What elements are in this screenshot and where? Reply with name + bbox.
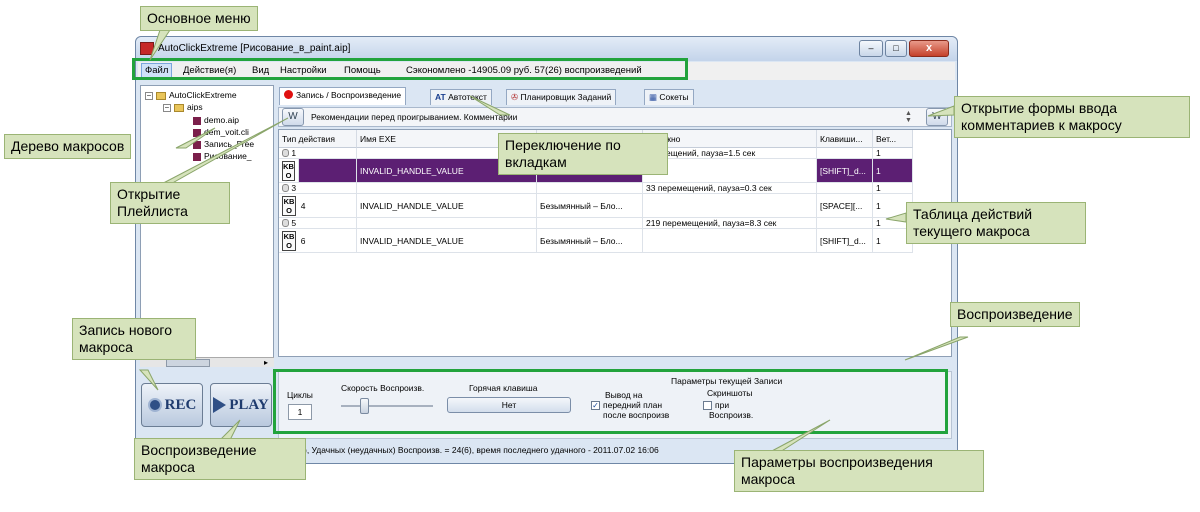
- callout-comment-form: Открытие формы ввода комментариев к макр…: [954, 96, 1190, 138]
- callout-open-playlist: Открытие Плейлиста: [110, 182, 230, 224]
- callout-record-new: Запись нового макроса: [72, 318, 196, 360]
- callout-tab-switch: Переключение по вкладкам: [498, 133, 668, 175]
- callout-play-macro: Воспроизведение макроса: [134, 438, 306, 480]
- callout-play-params: Параметры воспроизведения макроса: [734, 450, 984, 492]
- callout-pointers: [138, 29, 969, 453]
- pointer-tree: [175, 127, 216, 149]
- callout-playback: Воспроизведение: [950, 302, 1080, 327]
- pointer-play: [218, 419, 241, 441]
- callout-macro-tree: Дерево макросов: [4, 134, 132, 159]
- callout-main-menu: Основное меню: [140, 6, 258, 31]
- callout-actions-table: Таблица действий текущего макроса: [906, 202, 1086, 244]
- pointer-rec: [138, 369, 159, 391]
- pointer-params: [769, 419, 831, 453]
- pointer-comment: [927, 105, 955, 117]
- pointer-playback: [904, 336, 969, 361]
- pointer-playlist: [149, 117, 289, 191]
- pointer-main-menu: [149, 29, 171, 61]
- pointer-table: [885, 212, 907, 223]
- pointer-tabs: [469, 95, 511, 116]
